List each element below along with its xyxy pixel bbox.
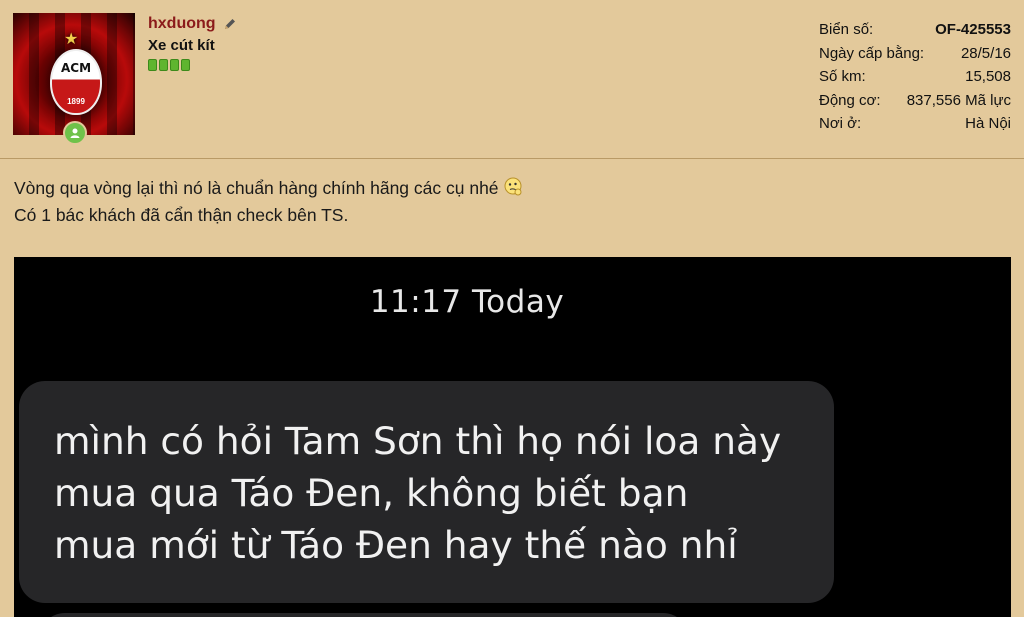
rank-bar	[181, 59, 190, 71]
online-status-icon	[63, 121, 87, 145]
next-message-bubble	[39, 613, 689, 617]
attached-screenshot[interactable]: 11:17 Today mình có hỏi Tam Sơn thì họ n…	[14, 257, 1011, 617]
stat-value: OF-425553	[935, 21, 1011, 38]
star-icon: ★	[64, 31, 79, 48]
rank-bar	[148, 59, 157, 71]
username-link[interactable]: hxduong	[148, 15, 216, 32]
crest-year: 1899	[67, 97, 85, 106]
user-stats: Biển số: OF-425553 Ngày cấp bằng: 28/5/1…	[819, 18, 1011, 136]
stat-label: Số km:	[819, 68, 866, 85]
stat-label: Nơi ở:	[819, 115, 862, 132]
post-line: Có 1 bác khách đã cẩn thận check bên TS.	[14, 205, 349, 225]
post-header: ★ ACM 1899 hxduong Xe cút kít Biển số: O…	[0, 0, 1024, 159]
rank-bars	[148, 59, 237, 71]
message-line: mình có hỏi Tam Sơn thì họ nói loa này	[54, 419, 782, 463]
post-line: Vòng qua vòng lại thì nó là chuẩn hàng c…	[14, 175, 523, 202]
stat-label: Biển số:	[819, 21, 874, 38]
stat-value: 837,556 Mã lực	[906, 91, 1011, 109]
stat-row: Nơi ở: Hà Nội	[819, 112, 1011, 136]
message-line: mua mới từ Táo Đen hay thế nào nhỉ	[54, 523, 738, 567]
stat-row: Động cơ: 837,556 Mã lực	[819, 89, 1011, 113]
stat-row: Số km: 15,508	[819, 65, 1011, 89]
stat-value: 15,508	[965, 68, 1011, 85]
message-text: mình có hỏi Tam Sơn thì họ nói loa này m…	[54, 415, 814, 571]
thinking-emoji-icon	[504, 177, 522, 196]
pencil-icon	[225, 18, 235, 29]
stat-label: Động cơ:	[819, 91, 881, 109]
stat-row: Ngày cấp bằng: 28/5/16	[819, 42, 1011, 66]
message-timestamp: 11:17 Today	[369, 284, 565, 320]
avatar[interactable]: ★ ACM 1899	[13, 13, 135, 135]
rank-bar	[159, 59, 168, 71]
stat-row: Biển số: OF-425553	[819, 18, 1011, 42]
post-line-text: Vòng qua vòng lại thì nó là chuẩn hàng c…	[14, 178, 499, 198]
stat-value: Hà Nội	[965, 115, 1011, 132]
user-info: hxduong Xe cút kít	[148, 15, 237, 71]
stat-value: 28/5/16	[960, 44, 1011, 62]
message-bubble: mình có hỏi Tam Sơn thì họ nói loa này m…	[19, 381, 834, 603]
rank-bar	[170, 59, 179, 71]
stat-label: Ngày cấp bằng:	[819, 44, 925, 62]
club-crest-icon: ACM 1899	[50, 49, 102, 115]
crest-text: ACM	[60, 61, 92, 75]
message-line: mua qua Táo Đen, không biết bạn	[54, 471, 689, 515]
user-title: Xe cút kít	[148, 37, 215, 54]
post-body: Vòng qua vòng lại thì nó là chuẩn hàng c…	[14, 175, 523, 229]
